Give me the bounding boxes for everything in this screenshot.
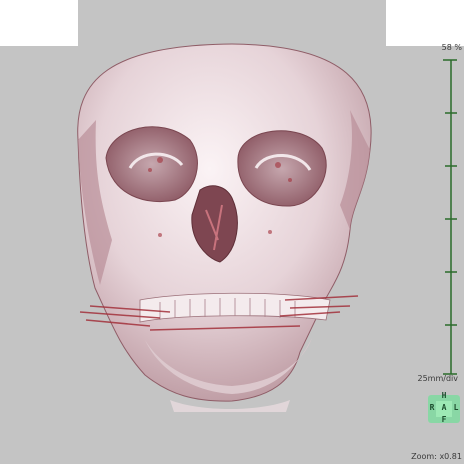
zoom-readout: Zoom: x0.81 [411,452,462,461]
annotation-box-right [386,0,464,46]
scale-label: 25mm/div [417,374,459,383]
corner-value-label: 58 % [441,43,462,52]
orientation-top-label: H [441,391,447,400]
orientation-center-label: A [441,403,447,412]
orientation-cube[interactable]: H R A L F [428,391,460,425]
orientation-bottom-label: F [441,415,447,424]
ruler-icon [443,59,457,375]
orientation-left-label: R [429,403,435,412]
skull-3d-render [77,43,460,423]
annotation-box-left [0,0,78,46]
orientation-right-label: L [453,403,459,412]
3d-render-viewport[interactable]: 58 % 25mm/div H R A L F Zoom: x0.81 [0,0,464,464]
